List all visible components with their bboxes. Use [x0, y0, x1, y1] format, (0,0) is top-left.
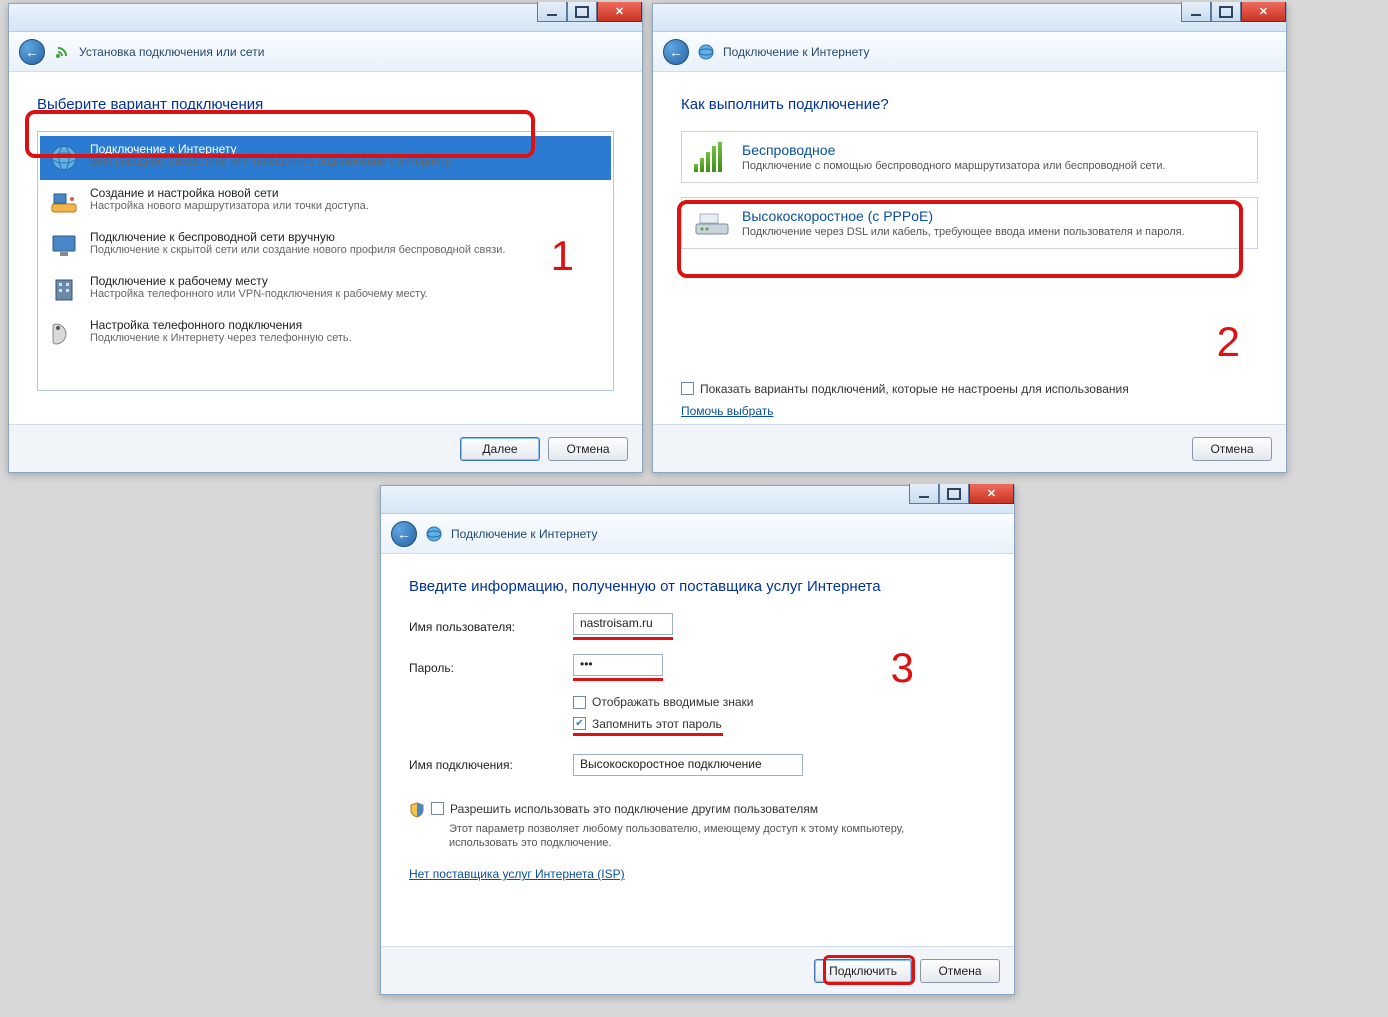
- section-title: Выберите вариант подключения: [37, 96, 614, 113]
- maximize-button[interactable]: [939, 484, 969, 504]
- phone-icon: [48, 318, 80, 350]
- option-subtitle: Настройка нового маршрутизатора или точк…: [90, 200, 369, 212]
- shield-icon: [409, 802, 425, 818]
- connect-button[interactable]: Подключить: [814, 959, 912, 983]
- show-other-checkbox[interactable]: Показать варианты подключений, которые н…: [681, 382, 1129, 396]
- checkbox-icon: [431, 802, 444, 815]
- checkbox-checked-icon: [573, 717, 586, 730]
- window-setup-connection: ← Установка подключения или сети Выберит…: [8, 3, 643, 473]
- maximize-button[interactable]: [567, 2, 597, 22]
- wifi-bars-icon: [694, 142, 730, 172]
- close-button[interactable]: [597, 2, 642, 22]
- connection-options-list[interactable]: Подключение к Интернету Беспроводное, ск…: [37, 131, 614, 391]
- router-icon: [48, 186, 80, 218]
- option-subtitle: Подключение к скрытой сети или создание …: [90, 244, 505, 256]
- section-title: Как выполнить подключение?: [681, 96, 1258, 113]
- back-button[interactable]: ←: [663, 39, 689, 65]
- wizard-header: ← Подключение к Интернету: [653, 32, 1286, 72]
- next-button[interactable]: Далее: [460, 437, 540, 461]
- option-title: Создание и настройка новой сети: [90, 186, 369, 200]
- allow-others-checkbox[interactable]: Разрешить использовать это подключение д…: [431, 802, 818, 816]
- cancel-button[interactable]: Отмена: [920, 959, 1000, 983]
- option-title: Подключение к Интернету: [90, 142, 452, 156]
- annotation-step-3: 3: [891, 644, 914, 692]
- annotation-underline: [573, 678, 663, 681]
- wizard-title: Подключение к Интернету: [723, 45, 870, 59]
- checkbox-icon: [681, 382, 694, 395]
- connection-name-label: Имя подключения:: [409, 758, 559, 772]
- option-title: Подключение к беспроводной сети вручную: [90, 230, 505, 244]
- annotation-step-1: 1: [551, 232, 574, 280]
- option-subtitle: Настройка телефонного или VPN-подключени…: [90, 288, 428, 300]
- checkbox-label: Запомнить этот пароль: [592, 717, 722, 731]
- option-manual-wireless[interactable]: Подключение к беспроводной сети вручную …: [40, 224, 611, 268]
- option-subtitle: Беспроводное, скоростное или телефонное …: [90, 156, 452, 168]
- section-title: Введите информацию, полученную от постав…: [409, 578, 986, 595]
- wizard-title: Установка подключения или сети: [79, 45, 264, 59]
- minimize-button[interactable]: [1181, 2, 1211, 22]
- checkbox-label: Отображать вводимые знаки: [592, 695, 753, 709]
- option-dialup[interactable]: Настройка телефонного подключения Подклю…: [40, 312, 611, 356]
- wizard-title: Подключение к Интернету: [451, 527, 598, 541]
- window-credentials: ← Подключение к Интернету Введите информ…: [380, 485, 1015, 995]
- annotation-underline: [573, 733, 723, 736]
- option-pppoe[interactable]: Высокоскоростное (с PPPoE) Подключение ч…: [681, 197, 1258, 249]
- monitor-icon: [48, 230, 80, 262]
- option-title: Подключение к рабочему месту: [90, 274, 428, 288]
- option-subtitle: Подключение к Интернету через телефонную…: [90, 332, 352, 344]
- wizard-header: ← Установка подключения или сети: [9, 32, 642, 72]
- option-subtitle: Подключение через DSL или кабель, требую…: [742, 226, 1185, 238]
- close-button[interactable]: [1241, 2, 1286, 22]
- option-title: Настройка телефонного подключения: [90, 318, 352, 332]
- minimize-button[interactable]: [537, 2, 567, 22]
- close-button[interactable]: [969, 484, 1014, 504]
- annotation-step-2: 2: [1217, 318, 1240, 366]
- connection-name-input[interactable]: Высокоскоростное подключение: [573, 754, 803, 776]
- window-connect-internet: ← Подключение к Интернету Как выполнить …: [652, 3, 1287, 473]
- annotation-underline: [573, 637, 673, 640]
- allow-others-note: Этот параметр позволяет любому пользоват…: [449, 822, 929, 852]
- cancel-button[interactable]: Отмена: [548, 437, 628, 461]
- globe-icon: [48, 142, 80, 174]
- titlebar[interactable]: [381, 486, 1014, 514]
- cancel-button[interactable]: Отмена: [1192, 437, 1272, 461]
- checkbox-label: Показать варианты подключений, которые н…: [700, 382, 1129, 396]
- titlebar[interactable]: [9, 4, 642, 32]
- help-link[interactable]: Помочь выбрать: [681, 404, 774, 418]
- back-button[interactable]: ←: [391, 521, 417, 547]
- option-title: Беспроводное: [742, 142, 1166, 158]
- option-workplace[interactable]: Подключение к рабочему месту Настройка т…: [40, 268, 611, 312]
- back-button[interactable]: ←: [19, 39, 45, 65]
- maximize-button[interactable]: [1211, 2, 1241, 22]
- globe-icon: [425, 525, 443, 543]
- building-icon: [48, 274, 80, 306]
- titlebar[interactable]: [653, 4, 1286, 32]
- remember-password-checkbox[interactable]: Запомнить этот пароль: [573, 717, 722, 731]
- username-label: Имя пользователя:: [409, 620, 559, 634]
- minimize-button[interactable]: [909, 484, 939, 504]
- network-icon: [53, 43, 71, 61]
- option-title: Высокоскоростное (с PPPoE): [742, 208, 1185, 224]
- modem-icon: [694, 208, 730, 238]
- option-new-network[interactable]: Создание и настройка новой сети Настройк…: [40, 180, 611, 224]
- wizard-header: ← Подключение к Интернету: [381, 514, 1014, 554]
- password-label: Пароль:: [409, 661, 559, 675]
- checkbox-label: Разрешить использовать это подключение д…: [450, 802, 818, 816]
- no-isp-link[interactable]: Нет поставщика услуг Интернета (ISP): [409, 867, 625, 881]
- username-input[interactable]: nastroisam.ru: [573, 613, 673, 635]
- globe-icon: [697, 43, 715, 61]
- option-wireless[interactable]: Беспроводное Подключение с помощью беспр…: [681, 131, 1258, 183]
- checkbox-icon: [573, 696, 586, 709]
- option-subtitle: Подключение с помощью беспроводного марш…: [742, 160, 1166, 172]
- option-internet[interactable]: Подключение к Интернету Беспроводное, ск…: [40, 136, 611, 180]
- password-input[interactable]: •••: [573, 654, 663, 676]
- show-chars-checkbox[interactable]: Отображать вводимые знаки: [573, 695, 753, 709]
